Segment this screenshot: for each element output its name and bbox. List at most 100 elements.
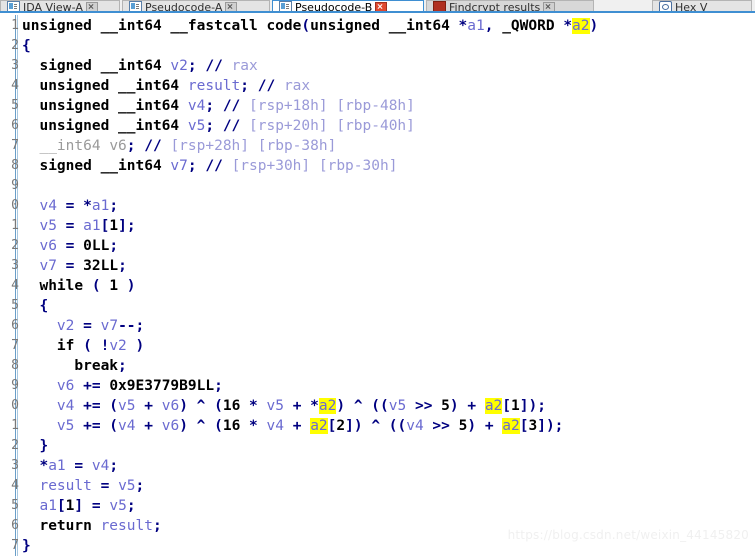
code-token: while	[22, 278, 84, 294]
close-icon[interactable]	[543, 1, 556, 11]
tab-label: Findcrypt results	[449, 0, 541, 13]
pseudocode-icon	[129, 1, 142, 11]
code-line[interactable]: 8 break;	[11, 356, 598, 376]
close-icon-red[interactable]	[375, 1, 388, 11]
code-token: 1	[109, 278, 119, 294]
code-token: result	[100, 518, 153, 534]
code-token: unsigned	[22, 18, 101, 34]
code-line[interactable]: 5 unsigned __int64 v4; // [rsp+18h] [rbp…	[11, 96, 598, 116]
code-token: v5	[109, 498, 127, 514]
code-token: +	[283, 418, 311, 434]
code-token: v6	[161, 418, 180, 434]
code-token: v5	[388, 398, 407, 414]
code-token: ;	[109, 198, 119, 214]
code-token: =	[91, 478, 119, 494]
watermark: https://blog.csdn.net/weixin_44145820	[507, 528, 749, 542]
code-token: 5	[441, 398, 450, 414]
code-line[interactable]: 6 unsigned __int64 v5; // [rsp+20h] [rbp…	[11, 116, 598, 136]
tab-pseudocode-a[interactable]: Pseudocode-A	[122, 0, 270, 11]
code-token: rax	[231, 58, 258, 74]
code-line[interactable]: 4 while ( 1 )	[11, 276, 598, 296]
code-line[interactable]: 0 v4 = *a1;	[11, 196, 598, 216]
tab-ida-view-a[interactable]: IDA View-A	[0, 0, 120, 13]
code-token: (	[301, 18, 311, 34]
code-token: =	[56, 198, 84, 214]
code-line[interactable]: 1 v5 += (v4 + v6) ^ (16 * v4 + a2[2]) ^ …	[11, 416, 598, 436]
code-line[interactable]: 7 __int64 v6; // [rsp+28h] [rbp-38h]	[11, 136, 598, 156]
code-token: }	[22, 538, 31, 554]
code-token: //	[257, 78, 284, 94]
code-line[interactable]: 3 v7 = 32LL;	[11, 256, 598, 276]
line-number: 6	[11, 518, 19, 533]
tab-bar[interactable]: IDA View-A Pseudocode-A Pseudocode-B Findcr…	[0, 0, 755, 13]
code-line[interactable]: 2 }	[11, 436, 598, 456]
code-token: result	[39, 478, 92, 494]
code-token: v5	[56, 418, 75, 434]
code-token: *	[458, 18, 468, 34]
tab-hex-v[interactable]: Hex V	[652, 0, 752, 11]
code-token: =	[83, 498, 110, 514]
code-token: >>	[406, 398, 442, 414]
code-line[interactable]: 9 v6 += 0x9E3779B9LL;	[11, 376, 598, 396]
code-line[interactable]: 9	[11, 176, 598, 196]
code-lines[interactable]: 1 unsigned __int64 __fastcall code(unsign…	[11, 16, 598, 556]
code-token: __int64	[118, 118, 188, 134]
code-token: a1	[39, 498, 57, 514]
code-token: += (	[74, 418, 119, 434]
code-token: v4	[39, 198, 57, 214]
code-token: __int64	[118, 98, 188, 114]
code-line[interactable]: 0 v4 += (v5 + v6) ^ (16 * v5 + *a2) ^ ((…	[11, 396, 598, 416]
code-token: )	[118, 278, 136, 294]
line-number: 4	[11, 478, 19, 493]
code-token: v4	[56, 398, 75, 414]
code-line[interactable]: 1 unsigned __int64 __fastcall code(unsign…	[11, 16, 598, 36]
code-token: ( !	[74, 338, 110, 354]
code-token: v2	[56, 318, 75, 334]
highlighted-token: a2	[502, 418, 520, 434]
code-token: =	[65, 458, 92, 474]
code-token: --;	[118, 318, 145, 334]
code-token: 16	[222, 398, 241, 414]
code-line[interactable]: 2{	[11, 36, 598, 56]
code-token: *	[83, 198, 92, 214]
code-token: _QWORD	[502, 18, 564, 34]
code-token: }	[22, 438, 49, 454]
code-token: v4	[118, 418, 136, 434]
code-token: [rsp+18h] [rbp-48h]	[249, 98, 415, 114]
code-line[interactable]: 6 v2 = v7--;	[11, 316, 598, 336]
code-token: )	[126, 338, 145, 354]
code-line[interactable]: 7 if ( !v2 )	[11, 336, 598, 356]
code-token: [	[502, 398, 512, 414]
code-line[interactable]: 2 v6 = 0LL;	[11, 236, 598, 256]
code-line[interactable]: 5 {	[11, 296, 598, 316]
code-line[interactable]: 1 v5 = a1[1];	[11, 216, 598, 236]
code-line[interactable]: 4 unsigned __int64 result; // rax	[11, 76, 598, 96]
code-line[interactable]: 3 *a1 = v4;	[11, 456, 598, 476]
tab-findcrypt-results[interactable]: Findcrypt results	[426, 0, 594, 13]
pseudocode-view[interactable]: 1 unsigned __int64 __fastcall code(unsign…	[0, 15, 755, 556]
code-token: 0x9E3779B9LL	[109, 378, 215, 394]
code-token: 1	[511, 398, 520, 414]
code-token: ;	[126, 138, 136, 154]
close-icon[interactable]	[225, 1, 238, 11]
document-icon	[7, 1, 20, 11]
code-line[interactable]: 5 a1[1] = v5;	[11, 496, 598, 516]
code-token: ) ^ ((	[336, 398, 389, 414]
tab-label: IDA View-A	[23, 0, 83, 13]
highlighted-token: a2	[310, 418, 328, 434]
code-token: ;	[240, 78, 249, 94]
code-line[interactable]: 3 signed __int64 v2; // rax	[11, 56, 598, 76]
code-line[interactable]: 8 signed __int64 v7; // [rsp+30h] [rbp-3…	[11, 156, 598, 176]
code-token: v4	[406, 418, 424, 434]
line-number: 5	[11, 498, 19, 513]
close-icon[interactable]	[85, 1, 98, 11]
code-token: +	[135, 398, 162, 414]
code-token: __int64	[22, 138, 110, 154]
code-line[interactable]: 4 result = v5;	[11, 476, 598, 496]
hex-icon	[659, 1, 672, 11]
tab-pseudocode-b[interactable]: Pseudocode-B	[272, 0, 424, 11]
